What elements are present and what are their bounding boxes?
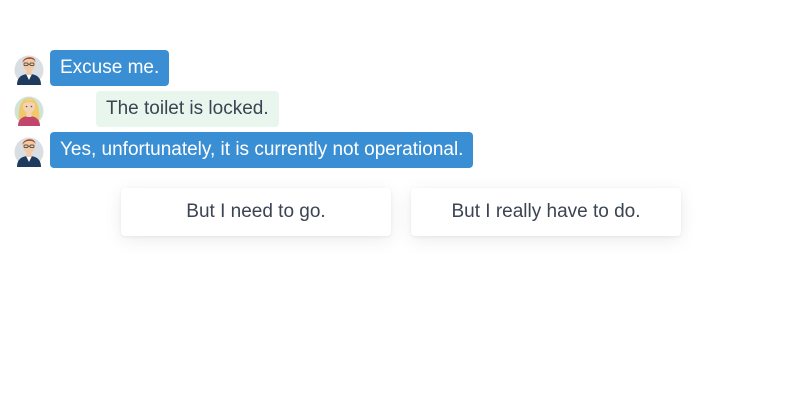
woman-avatar-icon — [14, 92, 50, 126]
answer-option-button[interactable]: But I need to go. — [121, 188, 391, 236]
answer-options: But I need to go. But I really have to d… — [121, 188, 681, 236]
chat-area: Excuse me. The toilet is locked. Yes, un… — [0, 0, 800, 400]
user-message-bubble: Excuse me. — [50, 50, 170, 86]
user-message-bubble: Yes, unfortunately, it is currently not … — [50, 132, 474, 168]
chat-message-user: Excuse me. — [14, 50, 170, 86]
partner-message-bubble: The toilet is locked. — [96, 91, 279, 127]
answer-option-button[interactable]: But I really have to do. — [411, 188, 681, 236]
chat-message-user: Yes, unfortunately, it is currently not … — [14, 132, 474, 168]
man-avatar-icon — [14, 133, 50, 167]
chat-message-partner: The toilet is locked. — [14, 91, 279, 127]
man-avatar-icon — [14, 51, 50, 85]
